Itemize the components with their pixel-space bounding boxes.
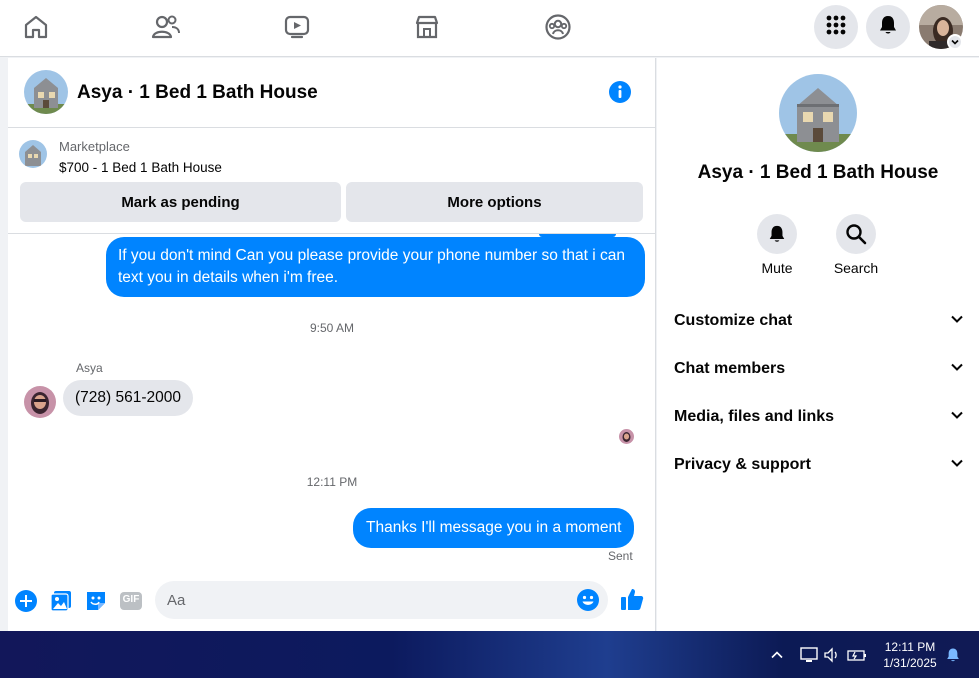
image-icon[interactable] [49,589,73,613]
timestamp: 12:11 PM [306,475,358,489]
marketplace-icon[interactable] [410,10,444,44]
thumbs-up-icon[interactable] [619,586,645,612]
home-icon[interactable] [19,10,53,44]
mark-as-pending-button[interactable]: Mark as pending [20,182,341,222]
menu-grid-icon [825,14,847,41]
sticker-icon[interactable] [84,589,108,613]
clock-date: 1/31/2025 [883,656,937,670]
bell-icon [877,14,899,41]
message-composer: GIF [8,579,656,631]
menu-grid-button[interactable] [814,5,858,49]
outgoing-message[interactable]: Thanks I'll message you in a moment [353,508,635,548]
top-navigation [0,0,979,57]
clock-time: 12:11 PM [884,640,936,654]
section-label: Chat members [674,360,786,377]
search-icon [836,214,876,254]
timestamp: 9:50 AM [309,321,355,335]
chevron-down-icon [950,408,964,427]
section-chat-members[interactable]: Chat members [674,351,964,387]
mute-label: Mute [761,260,793,276]
more-options-button[interactable]: More options [346,182,643,222]
notifications-button[interactable] [866,5,910,49]
outgoing-message[interactable]: If you don't mind Can you please provide… [106,237,645,297]
chat-title[interactable]: Asya · 1 Bed 1 Bath House [77,82,318,104]
sender-name: Asya [76,361,103,375]
marketplace-listing: Marketplace $700 - 1 Bed 1 Bath House Ma… [8,128,656,234]
chevron-down-icon[interactable] [947,34,963,50]
chat-panel: Asya · 1 Bed 1 Bath House Marketplace $7… [8,58,656,631]
bell-icon [757,214,797,254]
section-label: Customize chat [674,312,793,329]
groups-icon[interactable] [541,10,575,44]
info-icon[interactable] [608,80,632,104]
windows-taskbar: 12:11 PM 1/31/2025 [0,631,979,678]
watch-icon[interactable] [280,10,314,44]
search-button[interactable]: Search [826,214,886,276]
gif-label: GIF [122,594,140,605]
seen-avatar [619,429,634,444]
sidebar-title: Asya · 1 Bed 1 Bath House [697,162,939,183]
emoji-icon[interactable] [576,588,600,612]
listing-title[interactable]: $700 - 1 Bed 1 Bath House [59,160,222,175]
plus-icon[interactable] [14,589,38,613]
chevron-down-icon [950,312,964,331]
mute-button[interactable]: Mute [747,214,807,276]
sender-avatar[interactable] [24,386,56,418]
chevron-down-icon [950,456,964,475]
message-input[interactable] [167,589,567,611]
section-media-files-links[interactable]: Media, files and links [674,399,964,435]
battery-icon[interactable] [847,645,867,665]
search-label: Search [833,260,879,276]
message-status: Sent [608,549,633,563]
chevron-up-icon[interactable] [767,645,787,665]
listing-thumbnail[interactable] [19,140,47,168]
chevron-down-icon [950,360,964,379]
sidebar-avatar[interactable] [779,74,857,152]
message-input-container [155,581,608,619]
incoming-message[interactable]: (728) 561-2000 [63,380,193,416]
message-list[interactable]: If you don't mind Can you please provide… [8,234,656,579]
friends-icon[interactable] [149,10,183,44]
notification-bell-icon[interactable] [943,645,963,665]
marketplace-label: Marketplace [59,139,130,154]
system-clock[interactable]: 12:11 PM 1/31/2025 [875,639,945,671]
gif-icon[interactable]: GIF [119,589,143,613]
section-label: Media, files and links [674,408,835,425]
section-label: Privacy & support [674,456,811,473]
chat-avatar[interactable] [24,70,68,114]
chat-header: Asya · 1 Bed 1 Bath House [8,58,656,128]
chat-details-sidebar: Asya · 1 Bed 1 Bath House Mute Search Cu… [657,58,979,631]
network-icon[interactable] [799,645,819,665]
section-customize-chat[interactable]: Customize chat [674,303,964,339]
section-privacy-support[interactable]: Privacy & support [674,447,964,483]
volume-icon[interactable] [822,645,842,665]
